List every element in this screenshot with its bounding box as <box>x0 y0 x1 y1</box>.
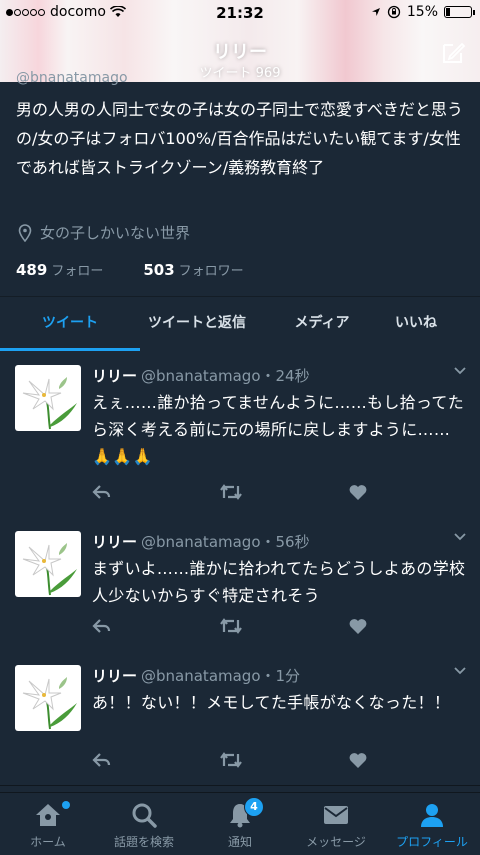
profile-bio: 男の人男の人同士で女の子は女の子同士で恋愛すべきだと思うの/女の子はフォロバ10… <box>16 100 463 177</box>
nav-messages[interactable]: メッセージ <box>288 793 384 855</box>
status-bar: docomo 21:32 15% <box>0 4 480 24</box>
profile-person-icon <box>421 804 443 827</box>
avatar[interactable] <box>15 365 81 431</box>
retweet-icon[interactable] <box>219 617 243 635</box>
tweet-text: えぇ……誰か拾ってませんように……もし拾ってたら深く考える前に元の場所に戻します… <box>92 393 465 466</box>
envelope-icon <box>324 806 348 824</box>
nav-home[interactable]: ホーム <box>0 793 96 855</box>
profile-location: 女の子しかいない世界 <box>18 222 190 243</box>
tweet-header: リリー @bnanatamago・24秒 <box>92 365 310 386</box>
tweet-item[interactable]: リリー @bnanatamago・56秒 まずいよ……誰かに拾われてたらどうしよあ… <box>0 517 480 652</box>
nav-search-label: 話題を検索 <box>113 835 174 849</box>
tweet-text: まずいよ……誰かに拾われてたらどうしよあの学校人少ないからすぐ特定されそう <box>92 559 466 605</box>
nav-messages-label: メッセージ <box>306 835 366 849</box>
location-pin-icon <box>18 223 32 242</box>
reply-icon[interactable] <box>92 617 112 635</box>
nav-home-label: ホーム <box>30 835 66 849</box>
home-icon <box>36 804 60 826</box>
nav-notifications[interactable]: 4 通知 <box>192 793 288 855</box>
reply-icon[interactable] <box>92 483 112 501</box>
tweet-actions <box>92 617 372 637</box>
tweet-header: リリー @bnanatamago・1分 <box>92 665 300 686</box>
retweet-icon[interactable] <box>219 483 243 501</box>
location-text: 女の子しかいない世界 <box>40 224 191 242</box>
followers-stat[interactable]: 503 フォロワー <box>143 260 243 279</box>
tweet-author-name[interactable]: リリー <box>92 367 137 385</box>
tweet-item[interactable]: リリー @bnanatamago・1分 あ！！ない！！メモしてた手帳がなくなった！… <box>0 651 480 786</box>
profile-handle: @bnanatamago <box>16 70 128 86</box>
followers-label: フォロワー <box>178 264 244 279</box>
tweet-text: あ！！ない！！メモしてた手帳がなくなった！！ <box>92 693 451 712</box>
nav-notifications-label: 通知 <box>227 835 252 849</box>
search-icon <box>132 803 157 828</box>
profile-tabs: ツイート ツイートと返信 メディア いいね <box>0 296 480 352</box>
tweet-time: ・1分 <box>260 667 301 685</box>
tweet-time: ・56秒 <box>260 533 310 551</box>
home-new-indicator <box>62 801 70 809</box>
chevron-down-icon[interactable] <box>454 667 466 675</box>
following-count: 489 <box>16 261 48 279</box>
compose-tweet-icon[interactable] <box>440 40 466 66</box>
tweet-time: ・24秒 <box>260 367 310 385</box>
tweet-author-name[interactable]: リリー <box>92 533 137 551</box>
tweet-author-handle: @bnanatamago <box>141 367 261 385</box>
tweet-author-handle: @bnanatamago <box>141 533 261 551</box>
tab-tweets[interactable]: ツイート <box>0 297 140 351</box>
following-stat[interactable]: 489 フォロー <box>16 260 103 279</box>
like-heart-icon[interactable] <box>348 483 368 501</box>
tweet-actions <box>92 483 372 503</box>
reply-icon[interactable] <box>92 751 112 769</box>
like-heart-icon[interactable] <box>348 751 368 769</box>
battery-percent: 15% <box>406 4 438 20</box>
followers-count: 503 <box>143 261 175 279</box>
battery-icon <box>444 6 475 18</box>
tab-media[interactable]: メディア <box>276 297 368 351</box>
tweet-actions <box>92 751 372 771</box>
follow-stats: 489 フォロー 503 フォロワー <box>16 260 244 279</box>
avatar[interactable] <box>15 531 81 597</box>
rotation-lock-icon <box>387 5 401 19</box>
tab-likes[interactable]: いいね <box>378 297 454 351</box>
chevron-down-icon[interactable] <box>454 367 466 375</box>
chevron-down-icon[interactable] <box>454 533 466 541</box>
following-label: フォロー <box>51 264 104 279</box>
header-profile-name: リリー <box>213 42 267 63</box>
tab-tweets-and-replies[interactable]: ツイートと返信 <box>122 297 272 351</box>
bottom-nav: ホーム 話題を検索 4 通知 メッセージ プロフィール <box>0 792 480 855</box>
tweet-item[interactable]: リリー @bnanatamago・24秒 えぇ……誰か拾ってませんように……もし拾… <box>0 351 480 518</box>
nav-search[interactable]: 話題を検索 <box>96 793 192 855</box>
tweet-author-handle: @bnanatamago <box>141 667 261 685</box>
nav-profile-label: プロフィール <box>396 835 468 849</box>
tweet-header: リリー @bnanatamago・56秒 <box>92 531 310 552</box>
nav-profile[interactable]: プロフィール <box>384 793 480 855</box>
location-arrow-icon <box>371 8 380 16</box>
retweet-icon[interactable] <box>219 751 243 769</box>
tweet-author-name[interactable]: リリー <box>92 667 137 685</box>
avatar[interactable] <box>15 665 81 731</box>
notifications-badge: 4 <box>244 797 264 817</box>
like-heart-icon[interactable] <box>348 617 368 635</box>
